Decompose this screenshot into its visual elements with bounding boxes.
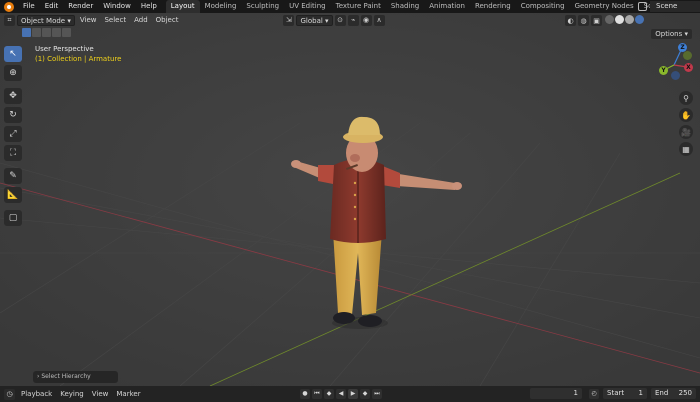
menu-edit[interactable]: Edit [40,0,64,13]
tab-geometry-nodes[interactable]: Geometry Nodes [570,0,639,13]
rendered-shading-icon[interactable] [635,15,644,24]
collection-label: (1) Collection | Armature [35,55,122,63]
select-intersect-icon[interactable] [62,28,71,37]
gizmo-y-icon[interactable]: Y [659,66,668,75]
start-frame-field[interactable]: Start 1 [603,388,647,399]
menu-render[interactable]: Render [63,0,98,13]
jump-start-icon[interactable]: ⏮ [312,389,322,399]
playback-controls: ● ⏮ ◆ ◀ ▶ ◆ ⏭ [300,389,384,399]
orientation-dropdown[interactable]: Global ▾ [296,14,333,26]
viewport-header: ⌗ Object Mode ▾ View Select Add Object ⇲… [0,13,700,27]
snap-icon[interactable]: ⌁ [347,14,359,26]
timeline-bar: ◷ Playback Keying View Marker ● ⏮ ◆ ◀ ▶ … [0,386,700,402]
next-keyframe-icon[interactable]: ◆ [360,389,370,399]
timeline-editor-icon[interactable]: ◷ [4,388,15,400]
options-dropdown[interactable]: Options ▾ [651,29,692,39]
measure-tool[interactable]: 📐 [4,187,22,203]
selection-mode-row [22,28,72,37]
menu-help[interactable]: Help [136,0,162,13]
top-menu-bar: File Edit Render Window Help Layout Mode… [0,0,700,13]
tab-texture-paint[interactable]: Texture Paint [331,0,386,13]
menu-keying[interactable]: Keying [56,386,88,402]
gizmo-neg-y-icon[interactable] [683,51,692,60]
add-cube-tool[interactable]: ▢ [4,210,22,226]
menu-object[interactable]: Object [153,15,182,26]
editor-type-icon[interactable]: ⌗ [4,14,15,26]
cursor-tool[interactable]: ⊕ [4,65,22,81]
object-mode-label: Object Mode [21,16,66,25]
blender-logo-icon[interactable] [4,1,14,12]
select-hierarchy-panel[interactable]: › Select Hierarchy [33,371,118,383]
tab-layout[interactable]: Layout [165,0,200,13]
start-value: 1 [638,389,643,397]
ortho-toggle-icon[interactable]: ▦ [679,142,693,156]
jump-end-icon[interactable]: ⏭ [372,389,382,399]
select-subtract-icon[interactable] [42,28,51,37]
current-frame-field[interactable]: 1 [530,388,582,399]
menu-file[interactable]: File [18,0,40,13]
gizmo-x-icon[interactable]: X [684,63,693,72]
pan-hand-icon[interactable]: ✋ [679,108,693,122]
orientation-label: Global [300,16,323,25]
solid-shading-icon[interactable] [615,15,624,24]
transform-tool[interactable]: ⛶ [4,145,22,161]
gizmo-neg-z-icon[interactable] [671,71,680,80]
menu-select[interactable]: Select [101,15,129,26]
menu-timeline-view[interactable]: View [88,386,113,402]
tab-sculpting[interactable]: Sculpting [241,0,284,13]
select-box-tool[interactable]: ↖ [4,46,22,62]
view-perspective-label: User Perspective [35,45,94,53]
3d-viewport[interactable]: ⌗ Object Mode ▾ View Select Add Object ⇲… [0,13,700,386]
tab-shading[interactable]: Shading [386,0,424,13]
scene-icon[interactable] [638,2,647,11]
visibility-icon[interactable]: ◐ [565,15,576,26]
tab-modeling[interactable]: Modeling [200,0,242,13]
play-reverse-icon[interactable]: ◀ [336,389,346,399]
tab-animation[interactable]: Animation [424,0,470,13]
prev-keyframe-icon[interactable]: ◆ [324,389,334,399]
select-hierarchy-label: Select Hierarchy [41,373,91,380]
tab-compositing[interactable]: Compositing [516,0,570,13]
select-invert-icon[interactable] [52,28,61,37]
record-icon[interactable]: ● [300,389,310,399]
camera-view-icon[interactable]: 🎥 [679,125,693,139]
annotate-tool[interactable]: ✎ [4,168,22,184]
tool-shelf: ↖ ⊕ ✥ ↻ ⤢ ⛶ ✎ 📐 ▢ [4,46,24,229]
rotate-tool[interactable]: ↻ [4,107,22,123]
transform-orientation-icon[interactable]: ⇲ [283,14,295,26]
falloff-icon[interactable]: ∧ [373,14,385,26]
overlay-icon[interactable]: ◍ [578,15,589,26]
zoom-icon[interactable]: ⚲ [679,91,693,105]
navigation-gizmo[interactable]: Z X Y [656,43,694,81]
menu-add[interactable]: Add [131,15,151,26]
tab-uv-editing[interactable]: UV Editing [284,0,331,13]
start-label: Start [607,389,625,397]
wireframe-shading-icon[interactable] [605,15,614,24]
select-new-icon[interactable] [22,28,31,37]
pivot-icon[interactable]: ⊙ [334,14,346,26]
menu-marker[interactable]: Marker [112,386,144,402]
select-extend-icon[interactable] [32,28,41,37]
end-frame-field[interactable]: End 250 [651,388,696,399]
play-icon[interactable]: ▶ [348,389,358,399]
move-tool[interactable]: ✥ [4,88,22,104]
scene-selector[interactable]: Scene [650,1,700,12]
end-value: 250 [678,389,692,397]
shading-buttons: ◐ ◍ ▣ [565,15,644,26]
clock-icon[interactable]: ◴ [589,389,599,399]
menu-view[interactable]: View [77,15,100,26]
proportional-edit-icon[interactable]: ◉ [360,14,372,26]
options-label: Options [655,30,683,38]
material-shading-icon[interactable] [625,15,634,24]
menu-playback[interactable]: Playback [17,386,56,402]
end-label: End [655,389,669,397]
object-mode-dropdown[interactable]: Object Mode ▾ [17,14,75,26]
viewport-scene [0,13,700,386]
xray-icon[interactable]: ▣ [591,15,602,26]
tab-rendering[interactable]: Rendering [470,0,516,13]
menu-window[interactable]: Window [98,0,136,13]
scale-tool[interactable]: ⤢ [4,126,22,142]
